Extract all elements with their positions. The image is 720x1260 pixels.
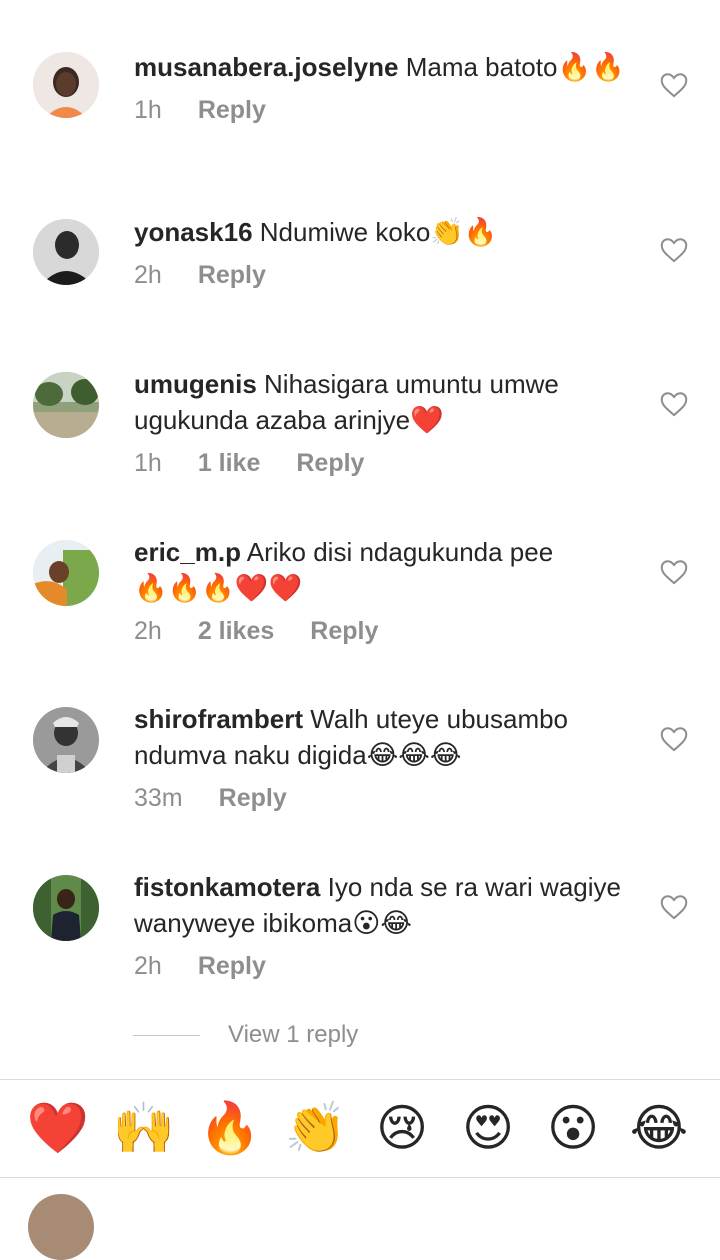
- comment-text: umugenis Nihasigara umuntu umwe ugukunda…: [134, 369, 559, 436]
- reply-button[interactable]: Reply: [198, 259, 266, 291]
- like-heart-icon[interactable]: [660, 559, 688, 585]
- comment-username[interactable]: shiroframbert: [134, 704, 303, 734]
- composer-divider: [0, 1177, 720, 1178]
- like-heart-icon[interactable]: [660, 391, 688, 417]
- avatar[interactable]: [33, 219, 99, 285]
- likes-count[interactable]: 2 likes: [198, 615, 274, 647]
- reply-button[interactable]: Reply: [198, 94, 266, 126]
- view-replies-label[interactable]: View 1 reply: [228, 1020, 358, 1050]
- avatar[interactable]: [33, 52, 99, 118]
- like-heart-icon[interactable]: [660, 72, 688, 98]
- comment-time: 33m: [134, 784, 183, 812]
- comment-username[interactable]: umugenis: [134, 369, 257, 399]
- comment-meta: 2h Reply: [134, 950, 634, 982]
- surprised-face-reaction-icon[interactable]: 😮: [541, 1096, 605, 1160]
- clapping-hands-reaction-icon[interactable]: 👏: [284, 1096, 348, 1160]
- likes-count[interactable]: 1 like: [198, 447, 261, 479]
- raising-hands-reaction-icon[interactable]: 🙌: [112, 1096, 176, 1160]
- view-replies-divider: [133, 1035, 200, 1036]
- comment-meta: 1h 1 like Reply: [134, 447, 634, 479]
- comment-time: 2h: [134, 617, 162, 645]
- tears-of-joy-reaction-icon[interactable]: 😂: [627, 1096, 691, 1160]
- quick-reaction-bar: ❤️ 🙌 🔥 👏 😢 😍 😮 😂: [0, 1080, 720, 1176]
- avatar[interactable]: [33, 372, 99, 438]
- current-user-avatar: [28, 1194, 94, 1260]
- comment-meta: 33m Reply: [134, 782, 634, 814]
- avatar[interactable]: [33, 707, 99, 773]
- comment-username[interactable]: musanabera.joselyne: [134, 52, 398, 82]
- fire-reaction-icon[interactable]: 🔥: [198, 1096, 262, 1160]
- heart-eyes-reaction-icon[interactable]: 😍: [456, 1096, 520, 1160]
- like-heart-icon[interactable]: [660, 894, 688, 920]
- comment-username[interactable]: yonask16: [134, 217, 253, 247]
- like-heart-icon[interactable]: [660, 726, 688, 752]
- crying-face-reaction-icon[interactable]: 😢: [370, 1096, 434, 1160]
- comment-time: 1h: [134, 96, 162, 124]
- comment-text: yonask16 Ndumiwe koko👏🔥: [134, 217, 498, 248]
- reply-button[interactable]: Reply: [310, 615, 378, 647]
- comment-text: musanabera.joselyne Mama batoto🔥🔥: [134, 52, 625, 83]
- comment-text: eric_m.p Ariko disi ndagukunda pee 🔥🔥🔥❤️❤…: [134, 537, 554, 604]
- reply-button[interactable]: Reply: [198, 950, 266, 982]
- comment-meta: 2h Reply: [134, 259, 634, 291]
- comment-time: 2h: [134, 261, 162, 289]
- like-heart-icon[interactable]: [660, 237, 688, 263]
- avatar[interactable]: [33, 875, 99, 941]
- comment-text: shiroframbert Walh uteye ubusambo ndumva…: [134, 704, 569, 771]
- comment-time: 1h: [134, 449, 162, 477]
- comment-username[interactable]: eric_m.p: [134, 537, 241, 567]
- comment-meta: 1h Reply: [134, 94, 634, 126]
- avatar[interactable]: [33, 540, 99, 606]
- reply-button[interactable]: Reply: [296, 447, 364, 479]
- comment-text: fistonkamotera Iyo nda se ra wari wagiye…: [134, 872, 621, 939]
- red-heart-reaction-icon[interactable]: ❤️: [26, 1096, 90, 1160]
- comment-time: 2h: [134, 952, 162, 980]
- reply-button[interactable]: Reply: [219, 782, 287, 814]
- comment-username[interactable]: fistonkamotera: [134, 872, 320, 902]
- comment-meta: 2h 2 likes Reply: [134, 615, 634, 647]
